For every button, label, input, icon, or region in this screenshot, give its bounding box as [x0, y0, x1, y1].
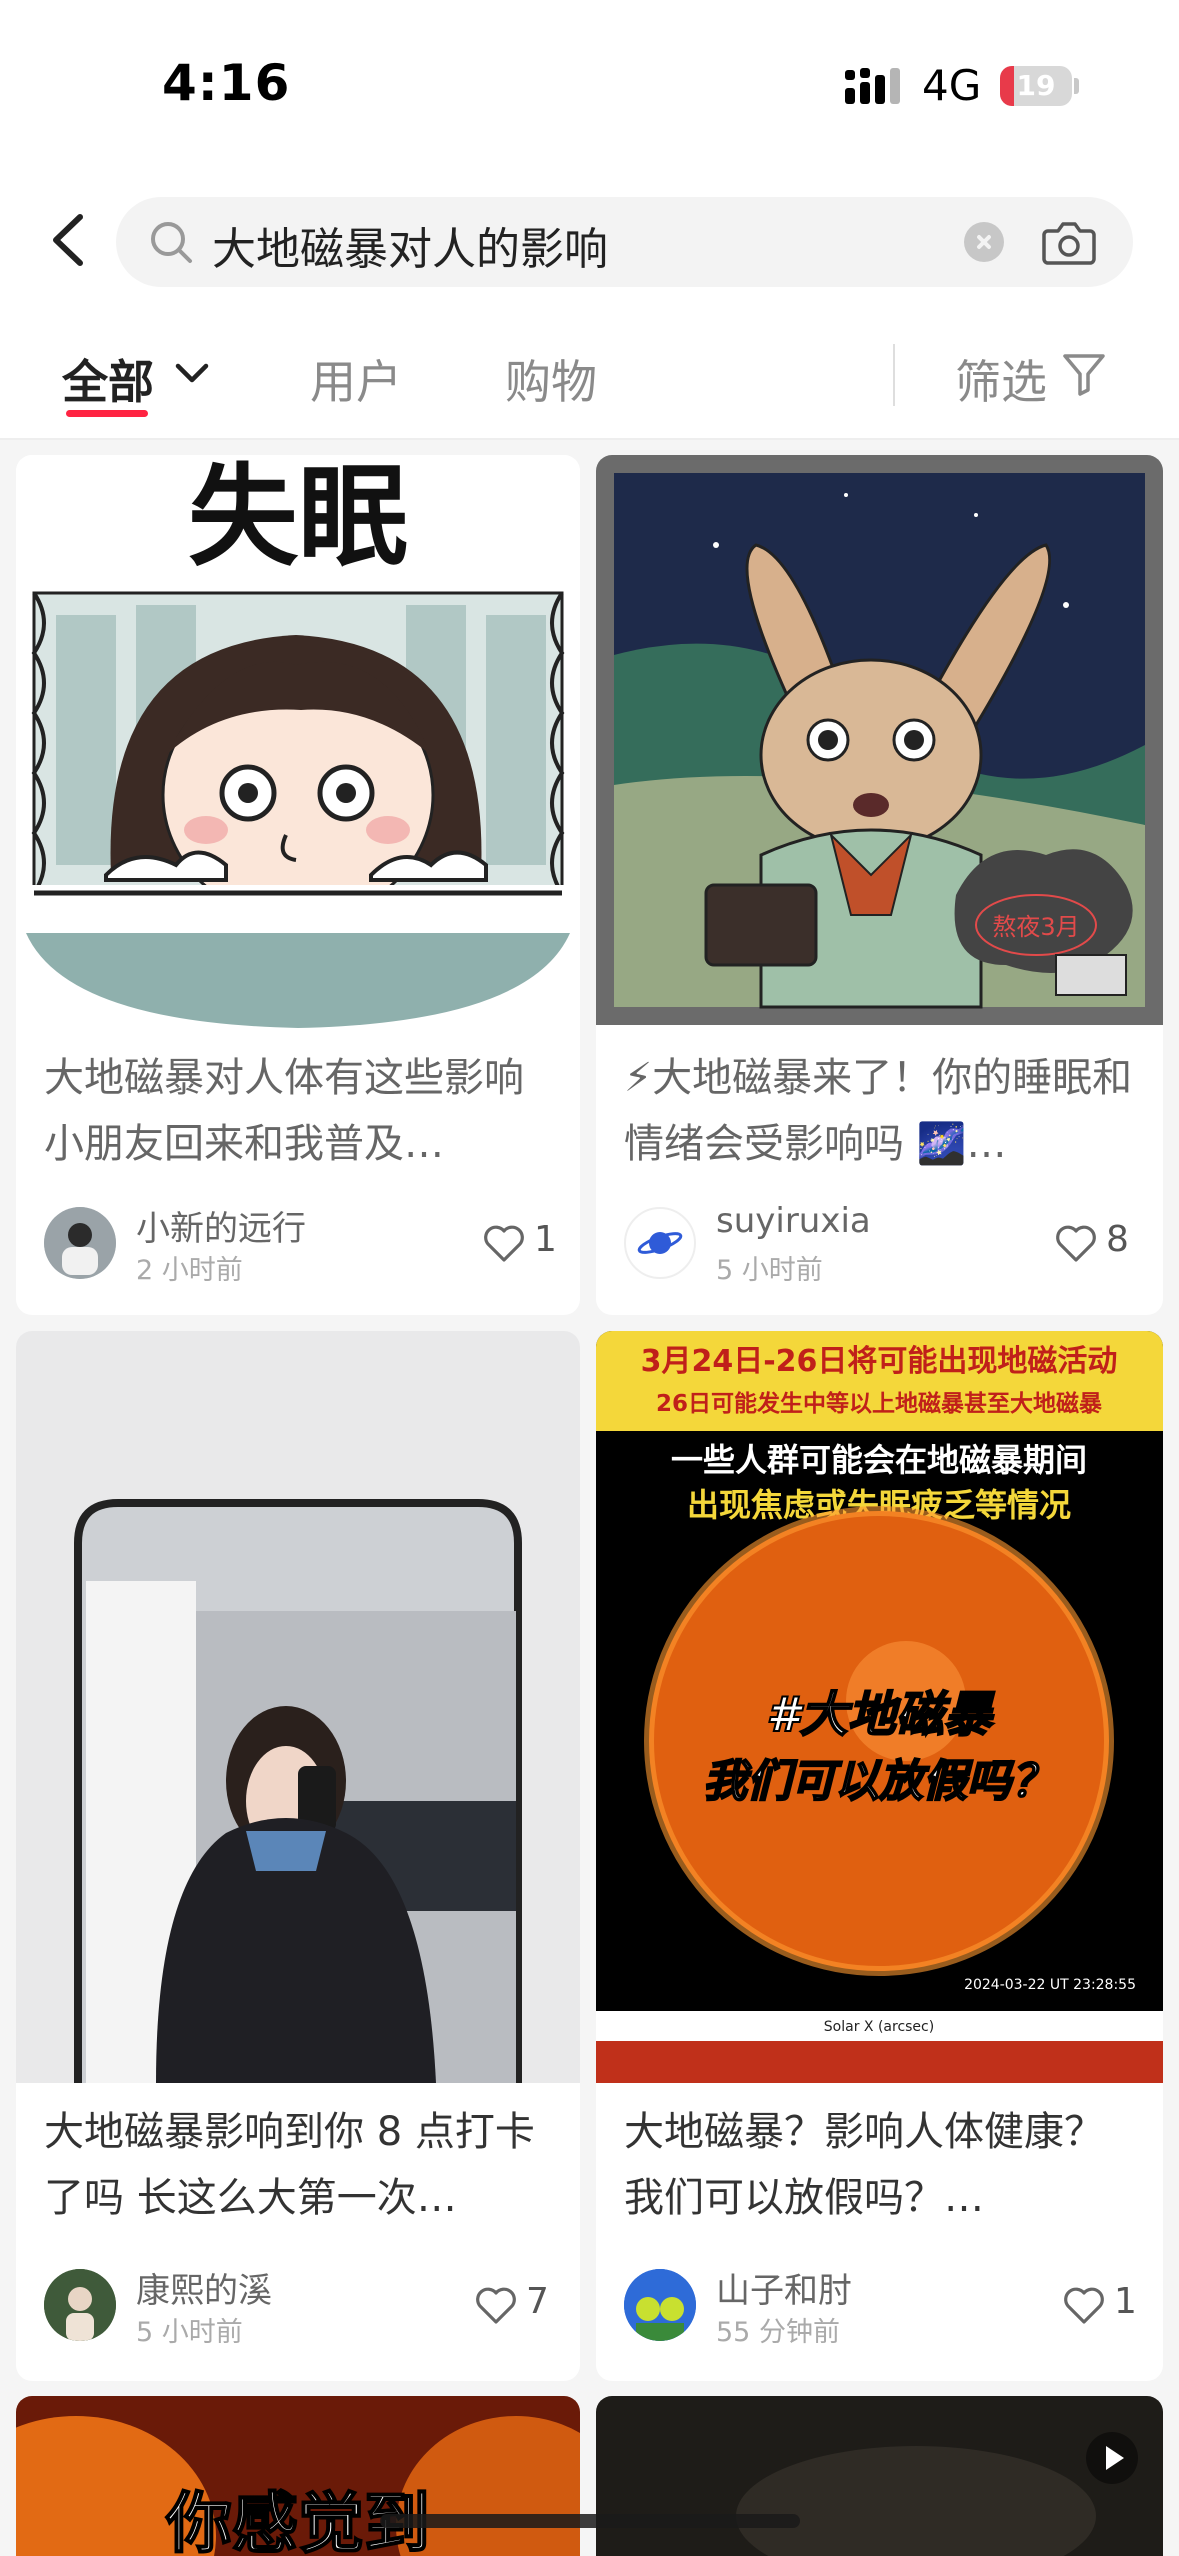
- tabs-divider: [893, 344, 895, 406]
- tab-users[interactable]: 用户: [310, 346, 402, 412]
- cover-banner-line1: 3月24日-26日将可能出现地磁活动: [641, 1344, 1118, 1379]
- result-tabs: 全部 用户 购物 筛选: [0, 310, 1179, 440]
- cover-banner-line2: 26日可能发生中等以上地磁暴甚至大地磁暴: [656, 1390, 1103, 1417]
- search-icon: [151, 222, 192, 263]
- note-card[interactable]: 你感觉到: [16, 2396, 580, 2556]
- cover-timestamp: 2024-03-22 UT 23:28:55: [964, 1977, 1136, 1993]
- note-cover-image: 3月24日-26日将可能出现地磁活动 26日可能发生中等以上地磁暴甚至大地磁暴 …: [596, 1331, 1163, 2083]
- cover-center-line1: #大地磁暴: [766, 1687, 994, 1743]
- chevron-down-icon[interactable]: [172, 358, 212, 388]
- avatar[interactable]: [624, 2269, 696, 2341]
- avatar[interactable]: [624, 1207, 696, 1279]
- signal-icon: [845, 68, 900, 104]
- heart-icon[interactable]: [1054, 1223, 1098, 1263]
- like-count: 1: [534, 1219, 557, 1260]
- cover-center-line2: 我们可以放假吗？: [703, 1756, 1055, 1807]
- like-count: 1: [1114, 2281, 1137, 2322]
- active-tab-indicator: [66, 410, 148, 417]
- cover-subtitle-line1: 一些人群可能会在地磁暴期间: [671, 1441, 1087, 1479]
- heart-icon[interactable]: [1062, 2285, 1106, 2325]
- note-cover-image: [16, 1331, 580, 2083]
- tab-shopping[interactable]: 购物: [505, 346, 597, 412]
- cover-axis-label: Solar X (arcsec): [824, 2019, 934, 2035]
- author-name[interactable]: 山子和肘: [716, 2263, 852, 2312]
- clear-icon[interactable]: [964, 222, 1004, 262]
- note-title[interactable]: ⚡大地磁暴来了！你的睡眠和情绪会受影响吗 🌌…: [624, 1045, 1134, 1177]
- post-time: 55 分钟前: [716, 2317, 840, 2348]
- note-cover-image: 熬夜3月: [596, 455, 1163, 1025]
- battery-tip: [1074, 78, 1079, 94]
- avatar[interactable]: [44, 1207, 116, 1279]
- like-count: 8: [1106, 1219, 1129, 1260]
- camera-icon[interactable]: [1042, 217, 1096, 267]
- note-title[interactable]: 大地磁暴？影响人体健康？我们可以放假吗？…: [624, 2099, 1134, 2231]
- network-type: 4G: [922, 61, 982, 110]
- search-header: 大地磁暴对人的影响: [0, 175, 1179, 310]
- search-results-page: 4:16 4G 19 大地磁暴对人的影响 全部 用户 购物 筛选 失眠 大地磁暴…: [0, 0, 1179, 2556]
- heart-icon[interactable]: [482, 1223, 526, 1263]
- avatar[interactable]: [44, 2269, 116, 2341]
- cover-text: 失眠: [188, 455, 408, 581]
- note-card[interactable]: [596, 2396, 1163, 2556]
- note-cover-image: [596, 2396, 1163, 2556]
- filter-funnel-icon[interactable]: [1060, 350, 1108, 398]
- author-name[interactable]: suyiruxia: [716, 1201, 871, 1241]
- status-bar: 4:16 4G 19: [0, 0, 1179, 175]
- author-name[interactable]: 康熙的溪: [136, 2263, 272, 2312]
- tab-all[interactable]: 全部: [62, 346, 154, 412]
- post-time: 5 小时前: [136, 2317, 243, 2348]
- note-card[interactable]: 大地磁暴影响到你 8 点打卡了吗 长这么大第一次… 康熙的溪 5 小时前 7: [16, 1331, 580, 2381]
- search-query[interactable]: 大地磁暴对人的影响: [212, 213, 608, 277]
- search-input[interactable]: 大地磁暴对人的影响: [116, 197, 1133, 287]
- author-name[interactable]: 小新的远行: [136, 1201, 306, 1250]
- home-indicator[interactable]: [380, 2514, 800, 2528]
- note-cover-image: 你感觉到: [16, 2396, 580, 2556]
- play-icon[interactable]: [1084, 2430, 1140, 2486]
- note-title[interactable]: 大地磁暴影响到你 8 点打卡了吗 长这么大第一次…: [44, 2099, 554, 2231]
- battery-icon: 19: [1000, 66, 1072, 106]
- note-card[interactable]: 3月24日-26日将可能出现地磁活动 26日可能发生中等以上地磁暴甚至大地磁暴 …: [596, 1331, 1163, 2381]
- note-card[interactable]: 失眠 大地磁暴对人体有这些影响 小朋友回来和我普及… 小新的远行 2 小时前 1: [16, 455, 580, 1315]
- like-count: 7: [526, 2281, 549, 2322]
- post-time: 5 小时前: [716, 1255, 823, 1286]
- back-arrow-icon[interactable]: [40, 205, 100, 275]
- filter-button[interactable]: 筛选: [955, 346, 1047, 412]
- status-time: 4:16: [162, 54, 291, 112]
- cover-badge-text: 熬夜3月: [992, 913, 1079, 941]
- battery-percent: 19: [1016, 69, 1056, 102]
- note-title[interactable]: 大地磁暴对人体有这些影响 小朋友回来和我普及…: [44, 1045, 554, 1177]
- note-card[interactable]: 熬夜3月 ⚡大地磁暴来了！你的睡眠和情绪会受影响吗 🌌… suyiruxia 5…: [596, 455, 1163, 1315]
- note-cover-image: 失眠: [16, 455, 580, 1030]
- heart-icon[interactable]: [474, 2285, 518, 2325]
- post-time: 2 小时前: [136, 1255, 243, 1286]
